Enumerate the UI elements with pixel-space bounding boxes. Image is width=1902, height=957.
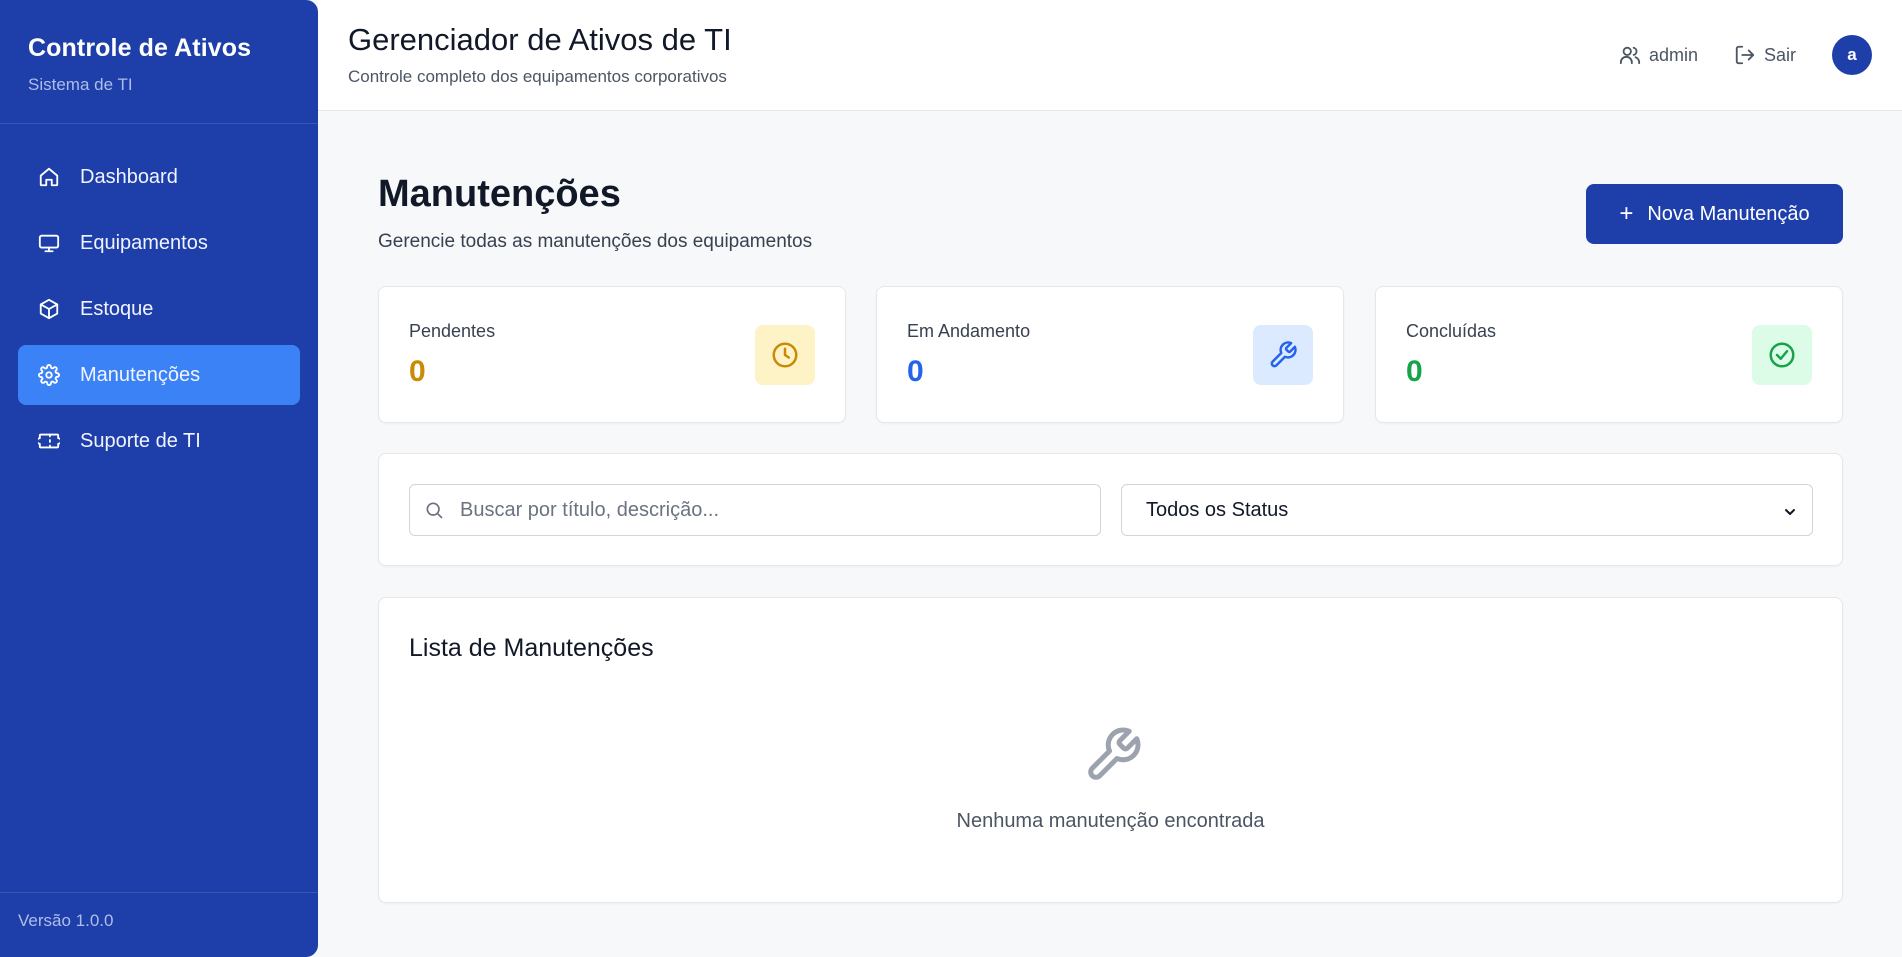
search-box [409,484,1101,536]
stat-value: 0 [1406,355,1423,388]
list-title: Lista de Manutenções [409,634,654,662]
logout-label: Sair [1763,44,1796,65]
search-icon [424,500,446,522]
stat-card-pending: Pendentes 0 [378,286,846,423]
brand: Controle de Ativos Sistema de TI [0,0,318,124]
clock-icon [755,325,815,385]
sidebar-item-label: Suporte de TI [80,429,201,452]
search-input[interactable] [460,485,1080,535]
stat-card-in-progress: Em Andamento 0 [876,286,1344,423]
page-subtitle: Gerencie todas as manutenções dos equipa… [378,231,813,252]
username-label: admin [1648,44,1698,65]
check-circle-icon [1752,325,1812,385]
sidebar-item-label: Estoque [80,297,154,320]
maintenance-list-card: Lista de Manutenções Nenhuma manutenção … [378,597,1843,903]
stat-value: 0 [907,355,924,388]
stat-label: Pendentes [409,321,496,341]
sidebar-item-label: Manutenções [80,363,201,386]
sidebar-item-label: Dashboard [80,165,178,188]
sidebar-item-estoque[interactable]: Estoque [18,279,300,339]
monitor-icon [38,232,60,254]
new-maintenance-button[interactable]: + Nova Manutenção [1586,184,1843,244]
sidebar-item-dashboard[interactable]: Dashboard [18,147,300,207]
sidebar-item-suporte[interactable]: Suporte de TI [18,411,300,471]
wrench-icon [1083,725,1143,785]
empty-state-text: Nenhuma manutenção encontrada [956,810,1265,832]
ticket-icon [38,430,60,452]
page-title: Manutenções [378,173,621,215]
wrench-icon [1253,325,1313,385]
package-icon [38,298,60,320]
sidebar-item-label: Equipamentos [80,231,208,254]
home-icon [38,166,60,188]
gear-icon [38,364,60,386]
logout-button[interactable]: Sair [1734,44,1796,66]
header-subtitle: Controle completo dos equipamentos corpo… [348,67,727,86]
stat-label: Em Andamento [907,321,1031,341]
sidebar-nav: Dashboard Equipamentos Estoque Manutençõ… [0,124,318,471]
plus-icon: + [1619,200,1634,227]
sidebar-item-equipamentos[interactable]: Equipamentos [18,213,300,273]
stat-label: Concluídas [1406,321,1497,341]
stat-card-completed: Concluídas 0 [1375,286,1843,423]
header-title: Gerenciador de Ativos de TI [348,22,732,57]
top-header: Gerenciador de Ativos de TI Controle com… [318,0,1902,111]
user-menu-button[interactable]: admin [1619,44,1698,66]
header-actions: admin Sair a [1583,35,1872,75]
users-icon [1619,44,1641,66]
avatar[interactable]: a [1832,35,1872,75]
stat-value: 0 [409,355,426,388]
filters-card: Todos os Status [378,453,1843,566]
status-filter-select[interactable]: Todos os Status [1121,484,1813,536]
sidebar-item-manutencoes[interactable]: Manutenções [18,345,300,405]
sidebar: Controle de Ativos Sistema de TI Dashboa… [0,0,318,957]
status-filter-value: Todos os Status [1146,498,1289,521]
app-subtitle: Sistema de TI [28,75,133,94]
new-maintenance-label: Nova Manutenção [1647,202,1810,225]
logout-icon [1734,44,1756,66]
version-label: Versão 1.0.0 [0,892,318,957]
app-title: Controle de Ativos [28,34,252,62]
chevron-down-icon [1782,503,1798,526]
